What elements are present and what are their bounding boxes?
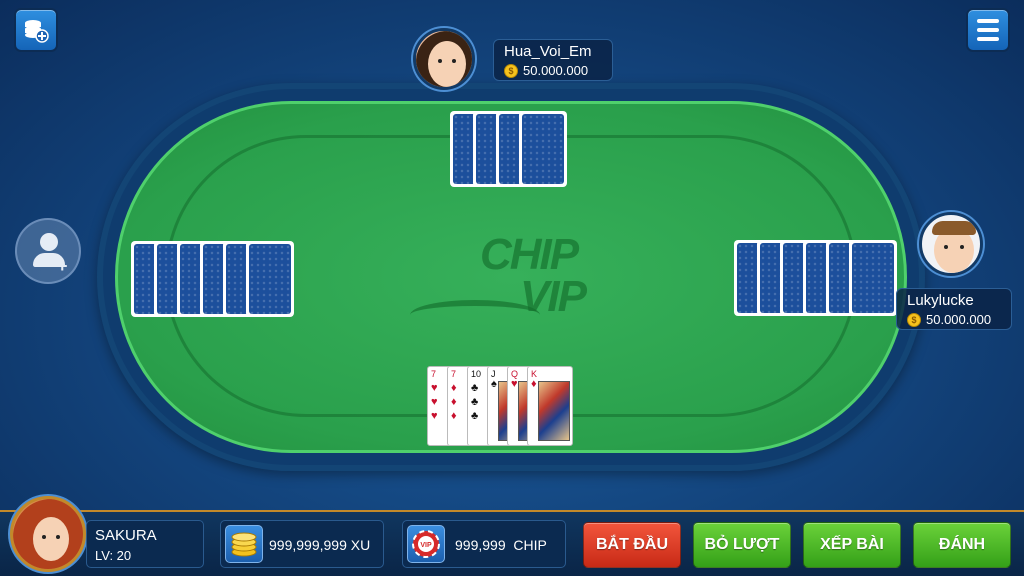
coin-icon: $	[907, 312, 921, 327]
start-button[interactable]: BẮT ĐẦU	[583, 522, 681, 568]
gold-coins-icon	[225, 525, 263, 563]
card-rank: K	[531, 369, 538, 379]
vip-chip-icon: VIP	[407, 525, 445, 563]
top-player-balance: 50.000.000	[523, 63, 589, 78]
hamburger-menu-icon	[977, 19, 999, 41]
right-player-info: Lukylucke $50.000.000	[896, 288, 1012, 330]
card-back	[849, 240, 897, 316]
xu-balance: 999,999,999 XU	[269, 537, 371, 553]
pass-button[interactable]: BỎ LƯỢT	[693, 522, 791, 568]
vip-chip-badge: VIP	[420, 542, 432, 549]
right-player-balance: 50.000.000	[926, 312, 992, 327]
play-button[interactable]: ĐÁNH	[913, 522, 1011, 568]
top-player-avatar[interactable]	[413, 28, 475, 90]
coin-icon: $	[504, 63, 518, 78]
xu-balance-panel[interactable]: 999,999,999 XU	[220, 520, 384, 568]
court-card-art	[538, 381, 570, 441]
my-avatar[interactable]	[10, 496, 86, 572]
menu-button[interactable]	[966, 8, 1010, 52]
arrange-button[interactable]: XẾP BÀI	[803, 522, 901, 568]
my-name: SAKURA	[95, 527, 157, 544]
coins-plus-icon	[25, 20, 49, 43]
add-player-button[interactable]: +	[15, 218, 81, 284]
my-info-panel: SAKURA LV: 20	[86, 520, 204, 568]
card-back	[519, 111, 567, 187]
chipvip-logo: CHIP VIP	[410, 228, 630, 328]
coins-add-button[interactable]	[14, 8, 58, 52]
chip-balance-panel[interactable]: VIP 999,999 CHIP	[402, 520, 566, 568]
my-level: LV: 20	[95, 548, 132, 563]
hand-card[interactable]: K ♦	[527, 366, 573, 446]
right-player-avatar[interactable]	[919, 212, 983, 276]
chip-balance: 999,999 CHIP	[455, 537, 547, 553]
top-player-info: Hua_Voi_Em $50.000.000	[493, 39, 613, 81]
right-player-name: Lukylucke	[907, 292, 974, 309]
top-player-name: Hua_Voi_Em	[504, 43, 592, 60]
card-back	[246, 241, 294, 317]
